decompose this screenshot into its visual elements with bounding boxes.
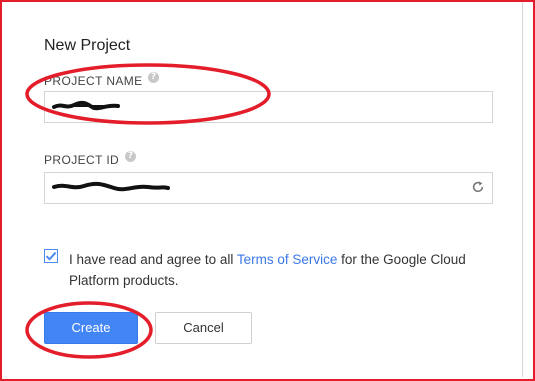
terms-text: I have read and agree to all Terms of Se… [69,249,489,291]
help-icon[interactable]: ? [148,72,159,83]
create-button[interactable]: Create [44,312,138,344]
dialog-edge [522,2,523,377]
cancel-button[interactable]: Cancel [155,312,252,344]
project-id-label: PROJECT ID [44,153,120,167]
project-name-label: PROJECT NAME [44,74,143,88]
terms-checkbox[interactable] [44,249,58,263]
terms-of-service-link[interactable]: Terms of Service [237,252,338,267]
terms-prefix: I have read and agree to all [69,252,237,267]
redacted-scribble [52,181,170,192]
redacted-scribble [52,100,120,111]
dialog-title: New Project [44,37,131,54]
help-icon[interactable]: ? [125,151,136,162]
refresh-icon[interactable] [471,180,485,194]
checkmark-icon [45,251,57,261]
